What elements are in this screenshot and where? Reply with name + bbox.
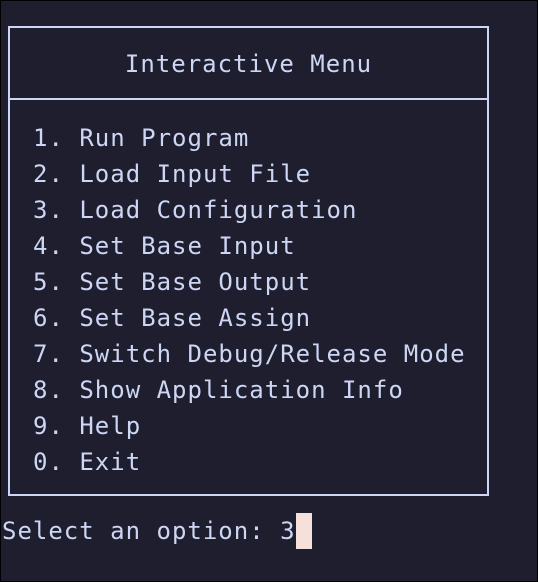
menu-item-load-configuration: 3. Load Configuration [33,196,358,224]
menu-list: 1. Run Program 2. Load Input File 3. Loa… [33,120,466,480]
menu-header: Interactive Menu [10,28,487,100]
prompt-line[interactable]: Select an option: 3 [2,513,312,549]
menu-title: Interactive Menu [124,50,373,78]
menu-item-set-base-output: 5. Set Base Output [33,268,312,296]
menu-item-show-app-info: 8. Show Application Info [33,376,404,404]
menu-item-load-input-file: 2. Load Input File [33,160,312,188]
menu-item-help: 9. Help [33,412,142,440]
text-cursor [295,513,312,549]
prompt-input-value[interactable]: 3 [280,513,295,549]
menu-box: Interactive Menu 1. Run Program 2. Load … [8,26,489,496]
menu-item-set-base-input: 4. Set Base Input [33,232,296,260]
terminal-window[interactable]: Interactive Menu 1. Run Program 2. Load … [0,0,538,582]
menu-item-set-base-assign: 6. Set Base Assign [33,304,312,332]
menu-item-exit: 0. Exit [33,448,142,476]
menu-item-run-program: 1. Run Program [33,124,250,152]
menu-item-switch-mode: 7. Switch Debug/Release Mode [33,340,466,368]
prompt-text: Select an option: [2,517,281,545]
